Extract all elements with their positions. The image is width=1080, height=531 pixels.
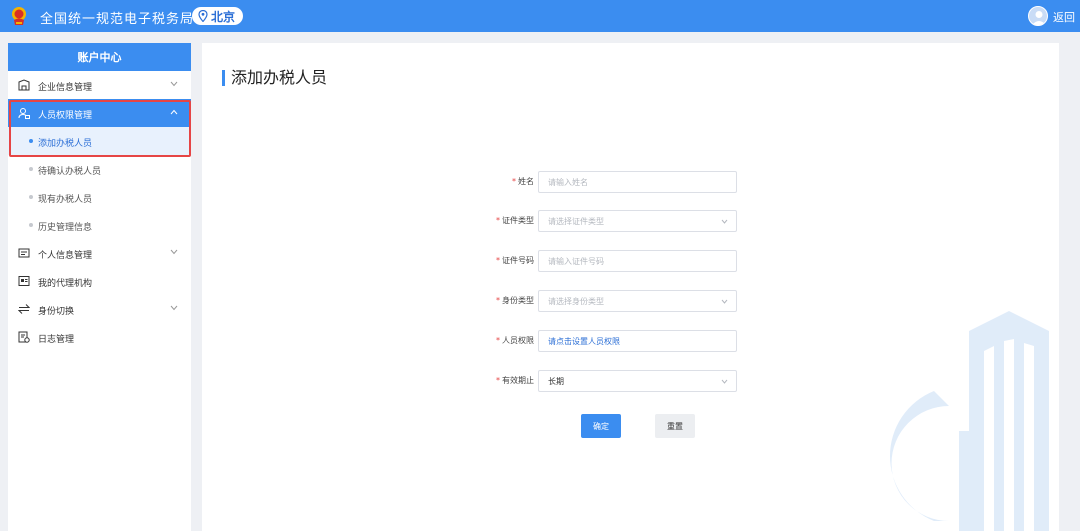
site-title: 全国统一规范电子税务局: [40, 12, 195, 27]
confirm-button[interactable]: 确定: [581, 414, 621, 438]
form-row-cert-number: * 证件号码 请输入证件号码: [452, 250, 752, 272]
sidebar-subitem-label: 历史管理信息: [38, 223, 93, 233]
cert-type-placeholder: 请选择证件类型: [548, 216, 604, 226]
cert-type-label: * 证件类型: [496, 216, 534, 225]
user-avatar[interactable]: [1028, 6, 1048, 26]
sidebar-subitem-label: 现有办税人员: [38, 195, 93, 205]
form-row-valid-until: * 有效期止 长期: [452, 370, 752, 392]
chevron-down-icon: [721, 299, 728, 304]
region-selector[interactable]: 北京: [192, 7, 244, 25]
valid-until-value: 长期: [548, 376, 564, 386]
sidebar-item-label: 我的代理机构: [38, 279, 93, 289]
tax-emblem-icon: [12, 7, 26, 25]
identity-type-select[interactable]: 请选择身份类型: [538, 290, 737, 312]
sidebar-item-identity-switch[interactable]: 身份切换: [8, 295, 191, 323]
sidebar-item-label: 日志管理: [38, 335, 75, 345]
permission-label: * 人员权限: [496, 336, 534, 345]
back-link[interactable]: 返回: [1053, 9, 1075, 25]
chevron-down-icon: [170, 81, 178, 87]
sidebar-item-label: 企业信息管理: [38, 83, 93, 93]
identity-type-label: * 身份类型: [496, 296, 534, 305]
sidebar-item-label: 人员权限管理: [38, 111, 93, 121]
sidebar-subitem-add-tax-staff[interactable]: 添加办税人员: [8, 127, 191, 155]
name-label: * 姓名: [512, 177, 534, 186]
chevron-down-icon: [170, 305, 178, 311]
reset-button[interactable]: 重置: [655, 414, 695, 438]
chevron-down-icon: [170, 249, 178, 255]
bullet-dot: [29, 139, 33, 143]
bullet-dot: [29, 167, 33, 171]
sidebar-item-personnel-permission[interactable]: 人员权限管理: [8, 99, 191, 127]
sidebar-subitem-label: 添加办税人员: [38, 139, 93, 149]
form-row-identity-type: * 身份类型 请选择身份类型: [452, 290, 752, 312]
chevron-down-icon: [721, 219, 728, 224]
chevron-down-icon: [721, 379, 728, 384]
bullet-dot: [29, 195, 33, 199]
main-panel: 添加办税人员 * 姓名 请输入姓名 * 证件类型 请选择证件类型 * 证件号码 请输入…: [202, 43, 1059, 531]
cert-type-select[interactable]: 请选择证件类型: [538, 210, 737, 232]
sidebar-subitem-history[interactable]: 历史管理信息: [8, 211, 191, 239]
top-bar: 全国统一规范电子税务局 北京 返回: [0, 0, 1080, 32]
sidebar-item-log[interactable]: 日志管理: [8, 323, 191, 351]
region-label: 北京: [211, 9, 236, 24]
form-row-cert-type: * 证件类型 请选择证件类型: [452, 210, 752, 232]
chevron-up-icon: [170, 109, 178, 115]
form-row-permission: * 人员权限 请点击设置人员权限: [452, 330, 752, 352]
form-row-name: * 姓名 请输入姓名: [452, 171, 752, 193]
sidebar-subitem-pending-tax-staff[interactable]: 待确认办税人员: [8, 155, 191, 183]
user-icon: [1032, 11, 1046, 25]
switch-icon: [18, 304, 30, 314]
agency-icon: [18, 276, 30, 286]
cert-number-label: * 证件号码: [496, 256, 534, 265]
sidebar-item-label: 个人信息管理: [38, 251, 93, 261]
id-card-icon: [18, 248, 30, 258]
location-pin-icon: [198, 10, 208, 22]
valid-until-label: * 有效期止: [496, 376, 534, 385]
tax-building-watermark-icon: [889, 311, 1049, 531]
sidebar-item-agency[interactable]: 我的代理机构: [8, 267, 191, 295]
sidebar-item-personal-info[interactable]: 个人信息管理: [8, 239, 191, 267]
sidebar: 账户中心 企业信息管理 人员权限管理 添加办税人员 待确认办税人员 现有办税人员…: [8, 43, 191, 531]
sidebar-subitem-label: 待确认办税人员: [38, 167, 102, 177]
sidebar-item-enterprise-info[interactable]: 企业信息管理: [8, 71, 191, 99]
cert-number-input[interactable]: 请输入证件号码: [538, 250, 737, 272]
sidebar-subitem-current-tax-staff[interactable]: 现有办税人员: [8, 183, 191, 211]
permission-setter[interactable]: 请点击设置人员权限: [538, 330, 737, 352]
bullet-dot: [29, 223, 33, 227]
sidebar-item-label: 身份切换: [38, 307, 75, 317]
identity-type-placeholder: 请选择身份类型: [548, 296, 604, 306]
sidebar-title: 账户中心: [8, 43, 191, 71]
name-input[interactable]: 请输入姓名: [538, 171, 737, 193]
building-icon: [18, 79, 30, 91]
valid-until-select[interactable]: 长期: [538, 370, 737, 392]
user-lock-icon: [18, 108, 30, 119]
page-title: 添加办税人员: [222, 69, 327, 87]
log-icon: [18, 331, 30, 343]
